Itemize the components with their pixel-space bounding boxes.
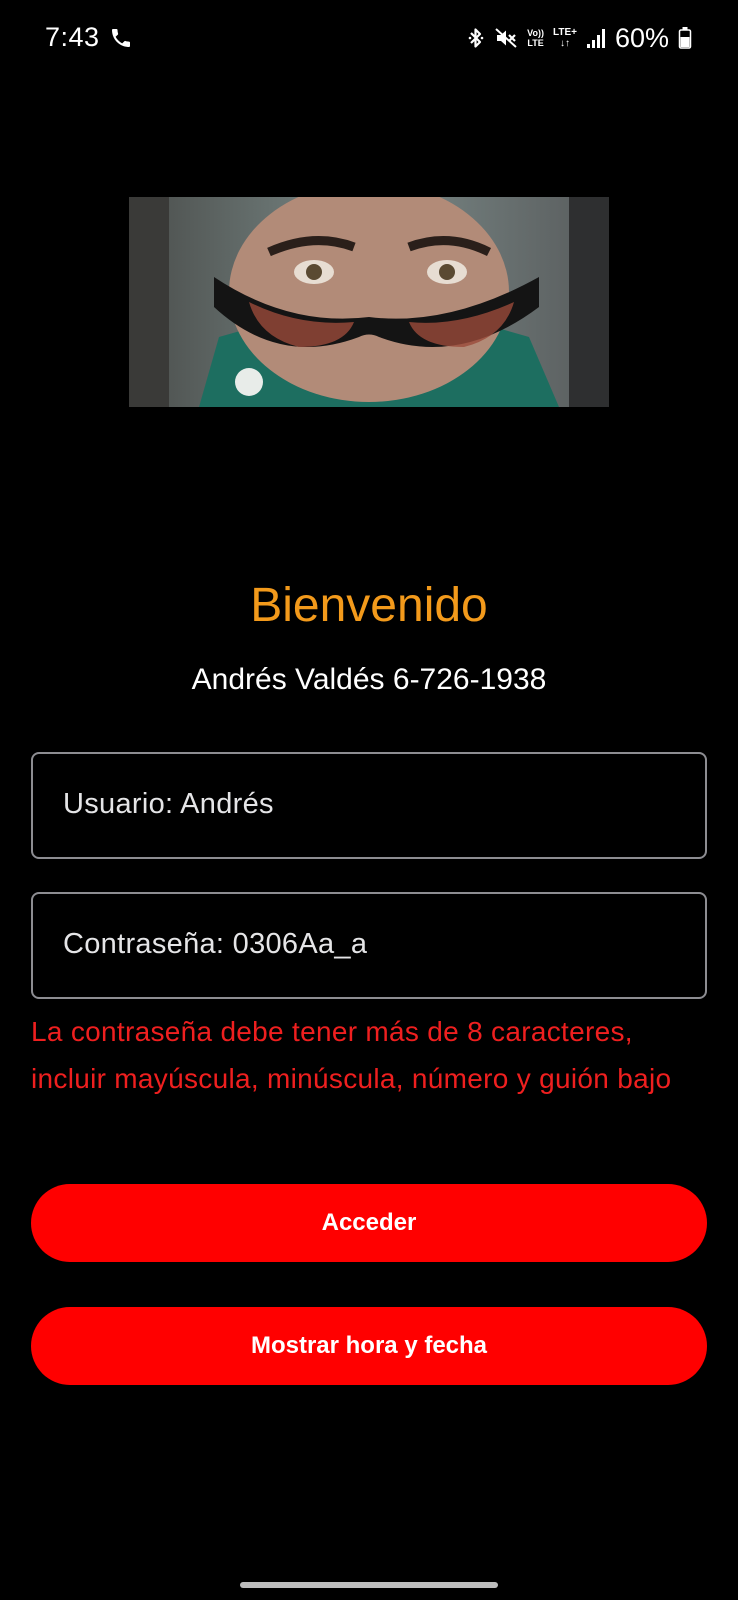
lte-top: LTE+ [552,27,577,38]
status-time: 7:43 [45,22,100,52]
show-time-date-button[interactable]: Mostrar hora y fecha [31,1307,707,1385]
battery-percentage: 60% [614,22,669,53]
password-error-message: La contraseña debe tener más de 8 caract… [31,1016,672,1094]
username-field[interactable]: Usuario: Andrés [31,752,707,859]
lte-plus-icon: LTE+ ↓↑ [553,27,577,49]
status-icons: Vo)) LTE LTE+ ↓↑ 60% [467,22,692,54]
profile-photo [129,197,609,407]
mute-icon [495,28,517,48]
signal-icon [586,29,605,48]
volte-top: Vo)) [527,28,544,38]
access-button[interactable]: Acceder [31,1184,707,1262]
lte-bottom: ↓↑ [559,38,570,49]
call-icon [112,29,130,47]
password-field-text: Contraseña: 0306Aa_a [63,928,368,960]
volte-icon: Vo)) LTE [527,28,544,48]
battery-icon [678,27,692,49]
status-bar: 7:43 Vo)) LTE LTE+ ↓↑ 60% [0,0,738,78]
welcome-title: Bienvenido [250,579,488,632]
username-field-text: Usuario: Andrés [63,788,274,820]
home-indicator[interactable] [240,1582,498,1588]
volte-bottom: LTE [527,38,544,48]
user-info: Andrés Valdés 6-726-1938 [191,663,547,696]
password-field[interactable]: Contraseña: 0306Aa_a [31,892,707,999]
bluetooth-icon [468,28,484,48]
